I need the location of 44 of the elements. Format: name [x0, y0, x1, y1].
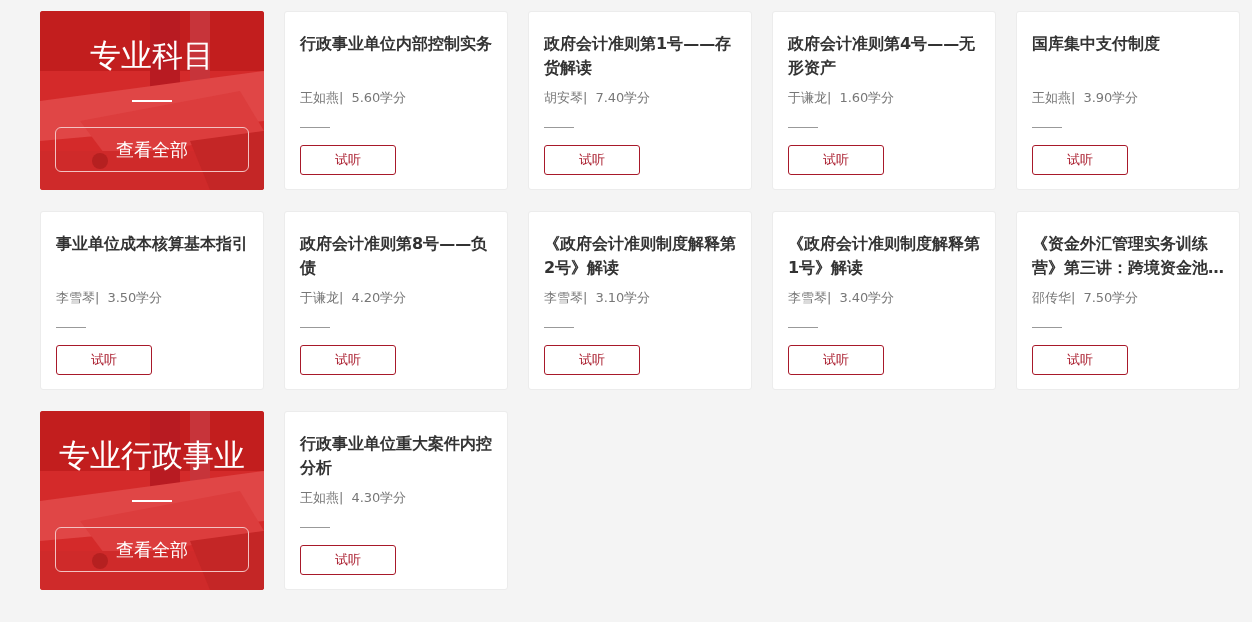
credits: 3.40学分 [839, 289, 895, 307]
trial-button[interactable]: 试听 [56, 345, 152, 375]
trial-button[interactable]: 试听 [544, 145, 640, 175]
credits: 4.30学分 [351, 489, 407, 507]
course-title: 事业单位成本核算基本指引 [56, 233, 248, 255]
teacher-name: 于谦龙| [788, 89, 832, 107]
course-title: 国库集中支付制度 [1032, 33, 1160, 55]
view-all-button[interactable]: 查看全部 [55, 127, 249, 172]
trial-button[interactable]: 试听 [544, 345, 640, 375]
course-title: 政府会计准则第4号——无形资产 [788, 33, 977, 79]
credits: 7.50学分 [1083, 289, 1139, 307]
teacher-name: 李雪琴| [56, 289, 100, 307]
credits: 3.10学分 [595, 289, 651, 307]
teacher-name: 于谦龙| [300, 289, 344, 307]
course-title: 《资金外汇管理实务训练营》第三讲：跨境资金池… [1032, 233, 1225, 279]
teacher-name: 王如燕| [1032, 89, 1076, 107]
credits: 3.90学分 [1083, 89, 1139, 107]
credits: 5.60学分 [351, 89, 407, 107]
course-title: 政府会计准则第8号——负债 [300, 233, 489, 279]
course-title: 《政府会计准则制度解释第2号》解读 [544, 233, 737, 279]
teacher-name: 王如燕| [300, 489, 344, 507]
teacher-name: 李雪琴| [788, 289, 832, 307]
view-all-button[interactable]: 查看全部 [55, 527, 249, 572]
teacher-name: 邵传华| [1032, 289, 1076, 307]
teacher-name: 王如燕| [300, 89, 344, 107]
course-title: 政府会计准则第1号——存货解读 [544, 33, 733, 79]
trial-button[interactable]: 试听 [300, 545, 396, 575]
course-title: 《政府会计准则制度解释第1号》解读 [788, 233, 981, 279]
credits: 7.40学分 [595, 89, 651, 107]
trial-button[interactable]: 试听 [1032, 345, 1128, 375]
trial-button[interactable]: 试听 [300, 145, 396, 175]
credits: 1.60学分 [839, 89, 895, 107]
teacher-name: 李雪琴| [544, 289, 588, 307]
credits: 4.20学分 [351, 289, 407, 307]
course-title: 行政事业单位内部控制实务 [300, 33, 492, 55]
trial-button[interactable]: 试听 [788, 345, 884, 375]
course-title: 行政事业单位重大案件内控分析 [300, 433, 493, 479]
category-title: 专业行政事业 [59, 436, 245, 475]
trial-button[interactable]: 试听 [788, 145, 884, 175]
category-title: 专业科目 [90, 36, 214, 75]
trial-button[interactable]: 试听 [1032, 145, 1128, 175]
credits: 3.50学分 [107, 289, 163, 307]
teacher-name: 胡安琴| [544, 89, 588, 107]
trial-button[interactable]: 试听 [300, 345, 396, 375]
